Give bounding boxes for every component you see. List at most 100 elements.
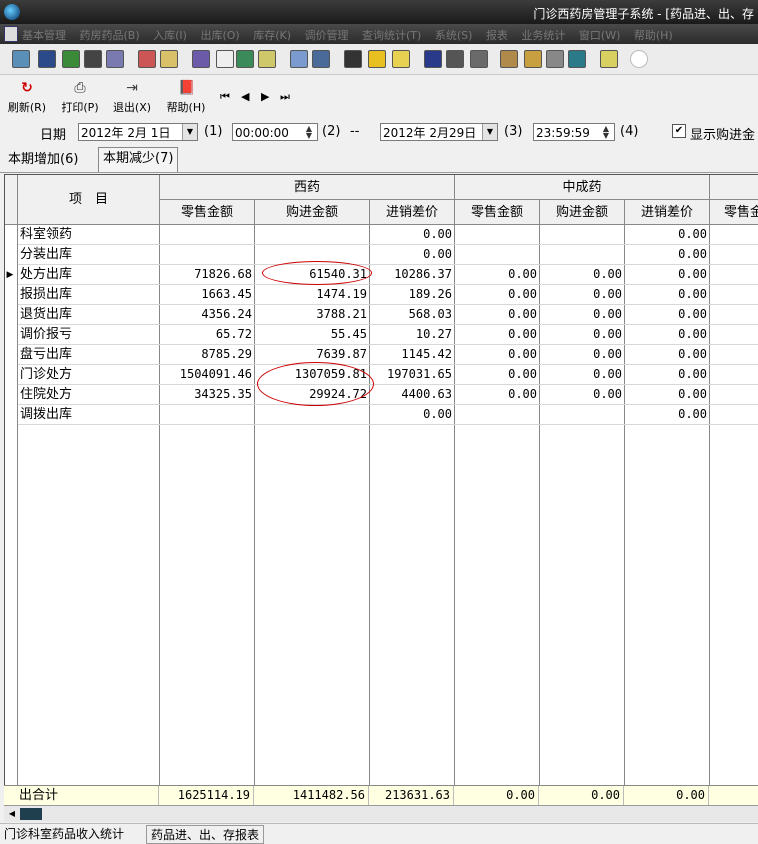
horizontal-scrollbar[interactable]: ◀ <box>4 805 758 822</box>
chevron-down-icon[interactable]: ▼ <box>482 124 497 140</box>
print-button[interactable]: ⎙ 打印(P) <box>58 80 102 116</box>
tool-icon[interactable] <box>312 50 330 68</box>
start-time-field[interactable]: 00:00:00 ▲ ▼ <box>232 123 318 141</box>
table-cell[interactable]: 0.00 <box>370 245 455 265</box>
table-cell[interactable]: 197031.65 <box>370 365 455 385</box>
table-cell[interactable]: 0.00 <box>540 285 625 305</box>
tool-icon[interactable] <box>216 50 234 68</box>
table-cell[interactable] <box>710 265 758 285</box>
menu-item[interactable]: 查询统计(T) <box>362 29 421 42</box>
table-cell[interactable]: 0.00 <box>540 365 625 385</box>
tool-icon[interactable] <box>236 50 254 68</box>
table-cell[interactable] <box>710 245 758 265</box>
table-cell[interactable] <box>710 325 758 345</box>
table-cell[interactable]: 0.00 <box>625 365 710 385</box>
tool-icon[interactable] <box>258 50 276 68</box>
tool-icon[interactable] <box>138 50 156 68</box>
row-label[interactable]: 退货出库 <box>18 305 160 325</box>
table-cell[interactable]: 1663.45 <box>160 285 255 305</box>
table-cell[interactable]: 0.00 <box>455 325 540 345</box>
row-label[interactable]: 分装出库 <box>18 245 160 265</box>
table-cell[interactable]: 0.00 <box>455 345 540 365</box>
row-label[interactable]: 报损出库 <box>18 285 160 305</box>
table-cell[interactable]: 0.00 <box>455 365 540 385</box>
tab-period-decrease[interactable]: 本期减少(7) <box>98 147 179 172</box>
tool-icon[interactable] <box>392 50 410 68</box>
table-cell[interactable] <box>160 405 255 425</box>
table-cell[interactable]: 0.00 <box>540 305 625 325</box>
table-cell[interactable]: 0.00 <box>625 285 710 305</box>
document-icon[interactable] <box>4 26 18 42</box>
table-cell[interactable]: 0.00 <box>455 385 540 405</box>
scroll-thumb[interactable] <box>20 808 42 820</box>
table-cell[interactable]: 0.00 <box>370 405 455 425</box>
table-cell[interactable]: 4356.24 <box>160 305 255 325</box>
tool-icon[interactable] <box>424 50 442 68</box>
table-cell[interactable]: 55.45 <box>255 325 370 345</box>
help-button[interactable]: 📕 帮助(H) <box>164 80 208 116</box>
row-label[interactable]: 科室领药 <box>18 225 160 245</box>
column-header[interactable]: 零售金额 <box>455 200 540 225</box>
next-record-button[interactable]: ▶ <box>261 90 269 103</box>
menu-item[interactable]: 业务统计 <box>521 29 565 42</box>
tool-icon[interactable] <box>600 50 618 68</box>
table-cell[interactable]: 0.00 <box>625 305 710 325</box>
table-cell[interactable]: 0.00 <box>625 325 710 345</box>
table-cell[interactable] <box>455 245 540 265</box>
table-cell[interactable]: 10.27 <box>370 325 455 345</box>
table-cell[interactable] <box>455 405 540 425</box>
column-header[interactable]: 购进金额 <box>255 200 370 225</box>
table-cell[interactable]: 0.00 <box>625 265 710 285</box>
tool-icon[interactable] <box>290 50 308 68</box>
table-cell[interactable]: 0.00 <box>625 385 710 405</box>
refresh-button[interactable]: ↻ 刷新(R) <box>5 80 49 116</box>
table-cell[interactable] <box>540 245 625 265</box>
chevron-down-icon[interactable]: ▼ <box>182 124 197 140</box>
menu-item[interactable]: 库存(K) <box>253 29 291 42</box>
row-label[interactable]: 盘亏出库 <box>18 345 160 365</box>
table-cell[interactable]: 4400.63 <box>370 385 455 405</box>
truck-icon[interactable] <box>470 50 488 68</box>
tool-icon[interactable] <box>192 50 210 68</box>
table-cell[interactable]: 10286.37 <box>370 265 455 285</box>
table-cell[interactable]: 0.00 <box>455 305 540 325</box>
tool-icon[interactable] <box>446 50 464 68</box>
table-cell[interactable] <box>160 245 255 265</box>
table-cell[interactable] <box>540 225 625 245</box>
table-cell[interactable] <box>255 405 370 425</box>
menu-item[interactable]: 报表 <box>486 29 508 42</box>
menu-item[interactable]: 出库(O) <box>200 29 239 42</box>
table-cell[interactable]: 1145.42 <box>370 345 455 365</box>
row-label[interactable]: 处方出库 <box>18 265 160 285</box>
table-cell[interactable] <box>710 305 758 325</box>
table-cell[interactable] <box>710 345 758 365</box>
table-cell[interactable]: 0.00 <box>455 285 540 305</box>
prev-record-button[interactable]: ◀ <box>241 90 249 103</box>
table-cell[interactable]: 0.00 <box>625 345 710 365</box>
table-cell[interactable]: 0.00 <box>370 225 455 245</box>
column-header[interactable]: 进销差价 <box>370 200 455 225</box>
table-cell[interactable]: 0.00 <box>625 245 710 265</box>
table-cell[interactable] <box>540 405 625 425</box>
table-cell[interactable] <box>710 385 758 405</box>
menu-item[interactable]: 窗口(W) <box>579 29 620 42</box>
tab-period-increase[interactable]: 本期增加(6) <box>4 149 82 171</box>
column-header[interactable]: 零售金 <box>710 200 758 225</box>
end-time-field[interactable]: 23:59:59 ▲ ▼ <box>533 123 615 141</box>
spinner-icon[interactable]: ▲ ▼ <box>599 125 613 140</box>
menu-item[interactable]: 调价管理 <box>305 29 349 42</box>
table-cell[interactable] <box>710 405 758 425</box>
column-header[interactable]: 进销差价 <box>625 200 710 225</box>
table-cell[interactable]: 0.00 <box>540 385 625 405</box>
table-cell[interactable] <box>455 225 540 245</box>
thermometer-icon[interactable] <box>524 50 542 68</box>
column-header[interactable]: 零售金额 <box>160 200 255 225</box>
table-cell[interactable]: 0.00 <box>540 325 625 345</box>
table-cell[interactable]: 0.00 <box>625 405 710 425</box>
tool-icon[interactable] <box>160 50 178 68</box>
table-cell[interactable]: 3788.21 <box>255 305 370 325</box>
menu-item[interactable]: 系统(S) <box>435 29 473 42</box>
row-label[interactable]: 住院处方 <box>18 385 160 405</box>
table-cell[interactable]: 8785.29 <box>160 345 255 365</box>
start-date-picker[interactable]: 2012年 2月 1日 ▼ <box>78 123 198 141</box>
